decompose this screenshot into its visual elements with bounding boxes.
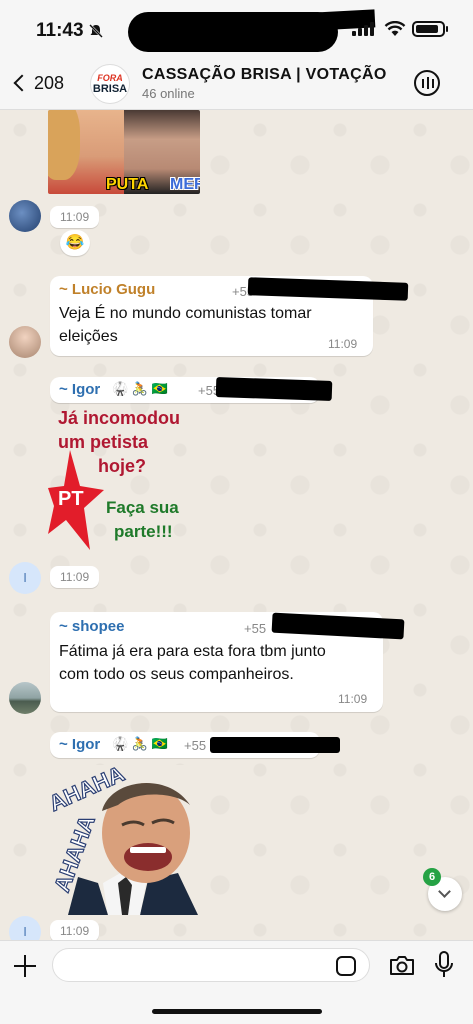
message-time: 11:09 bbox=[50, 206, 100, 228]
status-time: 11:43 bbox=[36, 20, 84, 41]
online-count: 46 online bbox=[142, 86, 195, 101]
avatar[interactable] bbox=[9, 200, 41, 232]
group-avatar-text-bottom: BRISA bbox=[92, 82, 128, 95]
sticker-image[interactable]: AHAHA AHAHA bbox=[48, 765, 200, 915]
avatar-initial: I bbox=[23, 924, 27, 939]
avatar[interactable] bbox=[9, 682, 41, 714]
message-time: 11:09 bbox=[338, 692, 368, 706]
reaction-emoji[interactable]: 😂 bbox=[60, 230, 90, 256]
sender-phone: +55 bbox=[184, 738, 207, 753]
battery-icon bbox=[412, 21, 448, 37]
chevron-left-icon bbox=[13, 74, 31, 92]
sticker-text: hoje? bbox=[98, 456, 146, 476]
home-indicator bbox=[152, 1009, 322, 1014]
input-bar bbox=[0, 940, 473, 1024]
sender-name[interactable]: ~ shopee bbox=[59, 618, 124, 635]
avatar[interactable]: I bbox=[9, 562, 41, 594]
sticker-word: PUTA bbox=[106, 176, 149, 193]
sticker-text: Já incomodou bbox=[58, 408, 181, 428]
laughing-man-sticker: AHAHA AHAHA bbox=[48, 765, 200, 915]
message-bubble[interactable]: ~ Lucio Gugu +55 Veja É no mundo comunis… bbox=[50, 276, 409, 356]
sticker-word: MERDA bbox=[170, 176, 200, 193]
avatar[interactable] bbox=[9, 326, 41, 358]
sender-emojis: 🥋 🚴 🇧🇷 bbox=[112, 381, 168, 396]
group-avatar[interactable]: FORA BRISA bbox=[90, 64, 130, 104]
bell-muted-icon bbox=[89, 24, 103, 38]
message-bubble[interactable]: ~ shopee +55 9999 Fátima já era para est… bbox=[50, 612, 405, 712]
sender-name[interactable]: ~ Igor bbox=[59, 736, 100, 753]
message-time: 11:09 bbox=[328, 337, 358, 351]
sender-phone: +55 bbox=[244, 621, 267, 636]
party-badge: PT bbox=[58, 488, 84, 510]
group-avatar-text-top: FORA bbox=[97, 72, 123, 83]
sticker-text: parte!!! bbox=[114, 522, 173, 541]
chevron-down-icon bbox=[438, 885, 451, 898]
microphone-icon[interactable] bbox=[434, 950, 454, 980]
message-text: Fátima já era para esta fora tbm junto c… bbox=[59, 640, 326, 686]
sticker-image[interactable]: PUTA MERDA bbox=[48, 110, 200, 194]
sender-header-bubble[interactable]: ~ Igor 🥋 🚴 🇧🇷 +55 bbox=[50, 732, 340, 758]
chat-title[interactable]: CASSAÇÃO BRISA | VOTAÇÃO bbox=[142, 66, 387, 84]
message-time: 11:09 bbox=[50, 566, 100, 588]
redaction-mark bbox=[215, 376, 333, 402]
chat-header: 208 FORA BRISA CASSAÇÃO BRISA | VOTAÇÃO … bbox=[0, 58, 473, 110]
wifi-icon bbox=[384, 21, 406, 36]
redaction-mark bbox=[210, 737, 340, 753]
avatar[interactable]: I bbox=[9, 916, 41, 940]
avatar-initial: I bbox=[23, 570, 27, 585]
message-line: eleições bbox=[59, 328, 118, 345]
unread-chats-count: 208 bbox=[34, 72, 65, 93]
message-line: Fátima já era para esta fora tbm junto bbox=[59, 643, 326, 660]
message-time: 11:09 bbox=[50, 920, 100, 940]
chat-area[interactable]: PUTA MERDA 11:09 😂 ~ Lucio Gugu +55 Veja… bbox=[0, 110, 473, 940]
message-text: Veja É no mundo comunistas tomar eleiçõe… bbox=[59, 302, 312, 348]
message-input[interactable] bbox=[52, 948, 370, 982]
sticker-icon[interactable] bbox=[336, 956, 356, 976]
status-bar: 11:43 bbox=[0, 0, 473, 58]
sender-header-bubble[interactable]: ~ Igor 🥋 🚴 🇧🇷 +55 8 1753 bbox=[50, 376, 333, 403]
unread-badge: 6 bbox=[423, 868, 441, 886]
back-button[interactable]: 208 bbox=[10, 68, 64, 98]
voice-chat-icon[interactable] bbox=[414, 70, 440, 96]
camera-icon[interactable] bbox=[389, 954, 415, 976]
sender-name[interactable]: ~ Lucio Gugu bbox=[59, 281, 155, 298]
signal-icon bbox=[352, 22, 374, 36]
sender-name[interactable]: ~ Igor bbox=[59, 381, 100, 398]
plus-icon[interactable] bbox=[12, 953, 38, 979]
sticker-image[interactable]: Já incomodou um petista hoje? PT Faça su… bbox=[48, 408, 208, 558]
message-line: Veja É no mundo comunistas tomar bbox=[59, 305, 312, 322]
sender-emojis: 🥋 🚴 🇧🇷 bbox=[112, 736, 168, 751]
sticker-text: Faça sua bbox=[106, 498, 179, 517]
message-line: com todo os seus companheiros. bbox=[59, 666, 294, 683]
